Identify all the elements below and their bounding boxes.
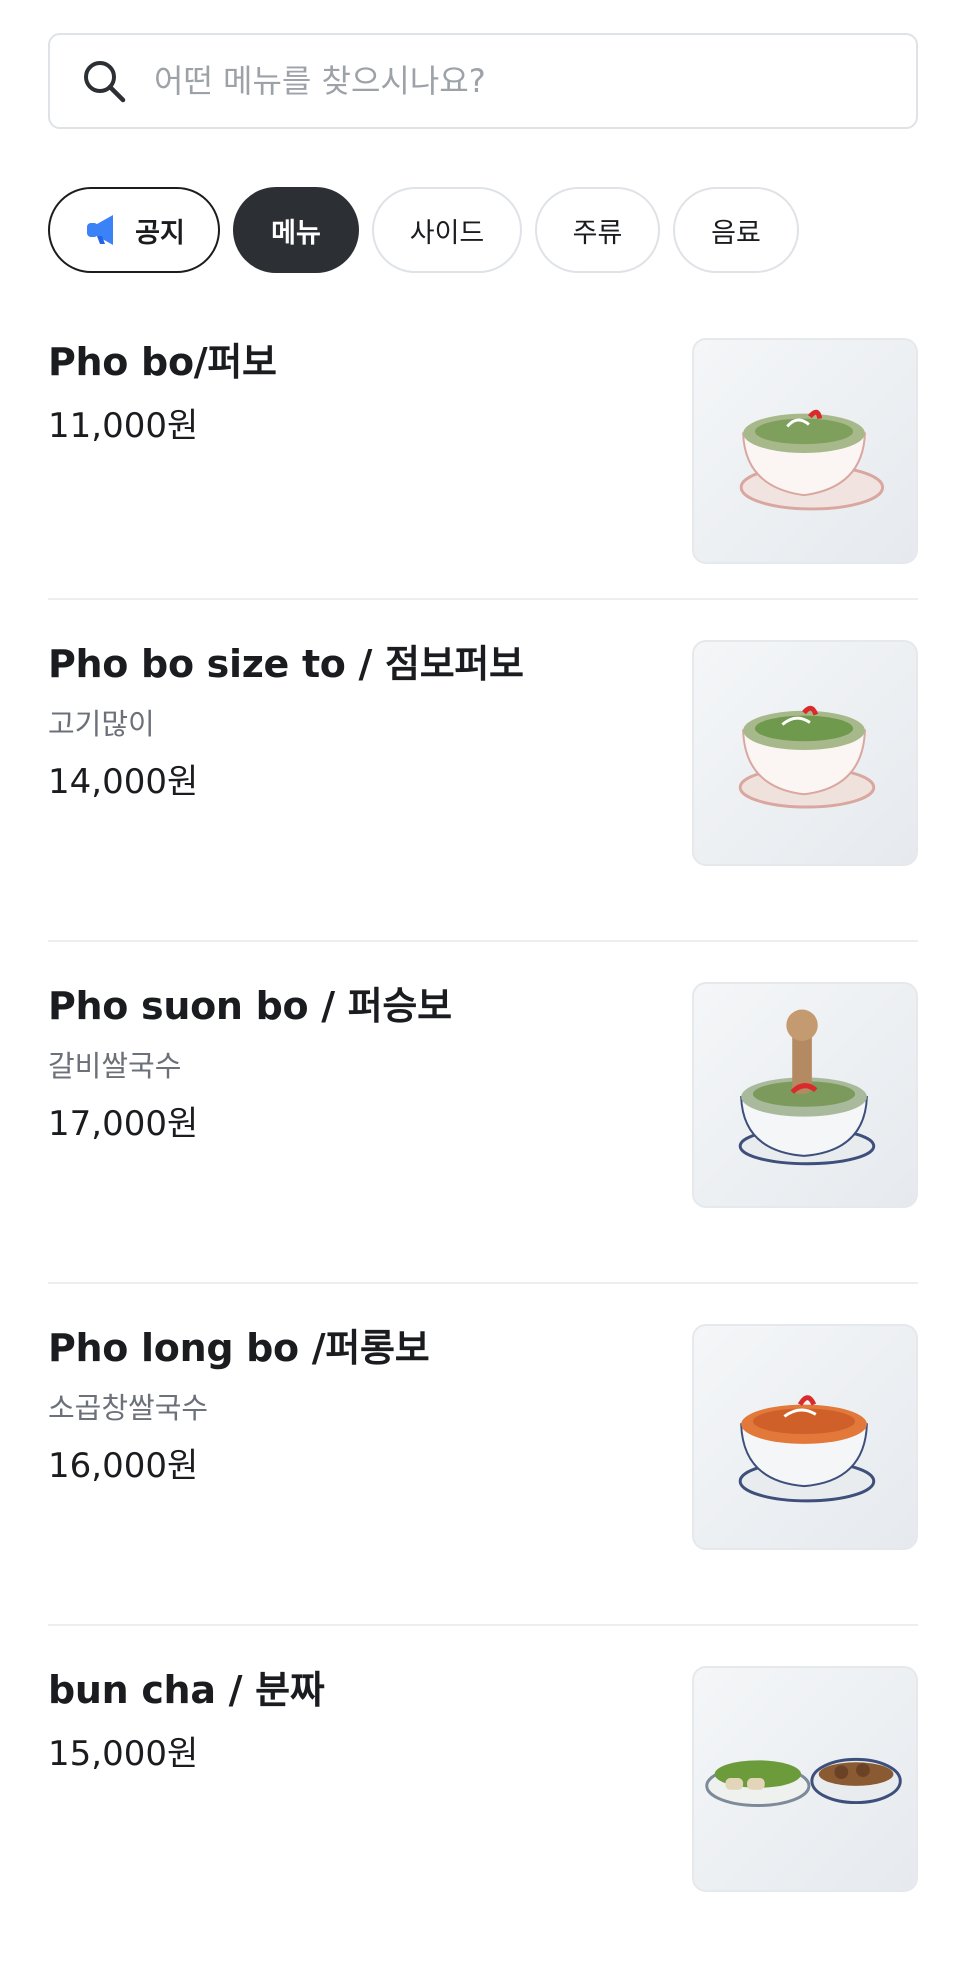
tab-notice[interactable]: 공지	[48, 187, 220, 273]
menu-item-price: 16,000원	[48, 1446, 199, 1486]
pho-suon-bo-image	[692, 982, 918, 1208]
search-input[interactable]	[152, 61, 896, 101]
menu-item-description: 갈비쌀국수	[48, 1049, 182, 1083]
menu-item-name: Pho bo size to / 점보퍼보	[48, 642, 524, 686]
menu-item-price: 15,000원	[48, 1734, 199, 1774]
search-icon	[78, 55, 130, 107]
tab-drinks[interactable]: 음료	[673, 187, 799, 273]
tab-menu[interactable]: 메뉴	[233, 187, 359, 273]
pho-bo-image	[692, 338, 918, 564]
megaphone-icon	[83, 210, 123, 250]
menu-item-price: 17,000원	[48, 1104, 199, 1144]
menu-item[interactable]: bun cha / 분짜 15,000원	[48, 1666, 918, 1968]
menu-item[interactable]: Pho bo/퍼보 11,000원	[48, 338, 918, 600]
pho-long-bo-image	[692, 1324, 918, 1550]
search-bar[interactable]	[48, 33, 918, 129]
menu-item[interactable]: Pho long bo /퍼롱보 소곱창쌀국수 16,000원	[48, 1324, 918, 1626]
menu-list: Pho bo/퍼보 11,000원 Pho bo size to / 점보퍼보 …	[48, 338, 918, 1968]
menu-item-name: Pho bo/퍼보	[48, 340, 277, 384]
tab-side[interactable]: 사이드	[372, 187, 522, 273]
menu-item[interactable]: Pho suon bo / 퍼승보 갈비쌀국수 17,000원	[48, 982, 918, 1284]
tab-menu-label: 메뉴	[271, 217, 321, 249]
pho-bo-jumbo-image	[692, 640, 918, 866]
bun-cha-image	[692, 1666, 918, 1892]
tab-liquor-label: 주류	[572, 217, 623, 249]
menu-item-description: 고기많이	[48, 707, 155, 741]
menu-item-price: 11,000원	[48, 406, 199, 446]
tab-side-label: 사이드	[409, 217, 485, 249]
category-tabs: 공지 메뉴 사이드 주류 음료	[48, 187, 799, 273]
menu-item-name: bun cha / 분짜	[48, 1668, 325, 1712]
tab-drinks-label: 음료	[711, 217, 761, 249]
menu-item-price: 14,000원	[48, 762, 199, 802]
tab-liquor[interactable]: 주류	[535, 187, 660, 273]
tab-notice-label: 공지	[135, 217, 185, 249]
menu-item[interactable]: Pho bo size to / 점보퍼보 고기많이 14,000원	[48, 640, 918, 942]
menu-item-name: Pho suon bo / 퍼승보	[48, 984, 452, 1028]
menu-item-description: 소곱창쌀국수	[48, 1391, 209, 1425]
menu-item-name: Pho long bo /퍼롱보	[48, 1326, 430, 1370]
